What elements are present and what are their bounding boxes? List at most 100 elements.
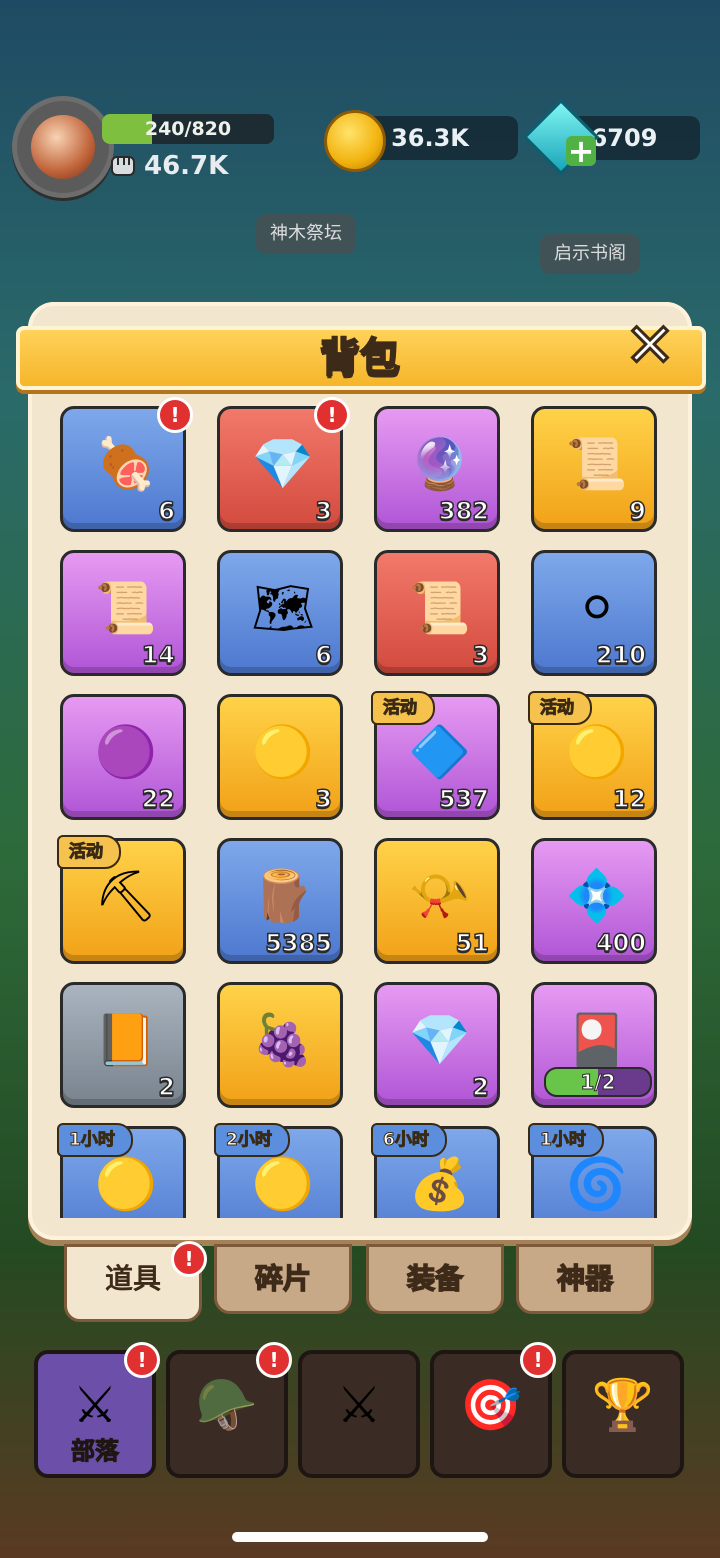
item-grid-scroll[interactable]: 🍖 6! 💎 3! 🔮 382 📜 9 📜 14 🗺 6 📜 3 ⚪ 210 🟣 22 🟡 3 🔷 537 活动 🟡 12 活动 ⛏…	[46, 396, 674, 1218]
purple-gem-icon: 🔮	[408, 434, 472, 493]
inventory-item[interactable]: 💎 2	[374, 982, 500, 1108]
tab-label: 道具	[104, 1262, 161, 1295]
purple-ore-icon: 💠	[565, 866, 629, 925]
panel-title: 背包	[319, 334, 401, 382]
inventory-item[interactable]: 🍖 6!	[60, 397, 193, 532]
tab-label: 神器	[556, 1261, 614, 1296]
power-value: 46.7K	[144, 151, 229, 181]
inventory-item[interactable]: 💰 6小时	[371, 1123, 500, 1218]
inventory-item[interactable]: ⚪ 210	[531, 550, 657, 676]
item-count: 51	[455, 928, 490, 958]
inventory-item[interactable]: 📜 14	[60, 550, 186, 676]
blue-swirl-icon: 🌀	[565, 1154, 629, 1213]
inventory-item[interactable]: 🎴 1/2	[531, 982, 657, 1108]
nav-button[interactable]: ⚔ 部落!	[34, 1342, 160, 1478]
inventory-item[interactable]: 🔮 382	[374, 406, 500, 532]
meat-icon: 🍖	[94, 434, 158, 493]
map-label-library[interactable]: 启示书阁	[540, 234, 640, 274]
avatar-portrait	[31, 115, 95, 179]
inventory-item[interactable]: 🟡 12 活动	[528, 691, 657, 820]
inventory-item[interactable]: 🔷 537 活动	[371, 691, 500, 820]
inventory-item[interactable]: 🟡 3	[217, 694, 343, 820]
inventory-item[interactable]: 📯 51	[374, 838, 500, 964]
xp-text: 240/820	[144, 118, 232, 140]
item-tag: 6小时	[371, 1123, 447, 1157]
nav-button[interactable]: 🪖!	[166, 1342, 292, 1478]
item-count: 3	[472, 640, 490, 670]
coin-sack-icon: 💰	[408, 1154, 472, 1213]
gold-coin-icon: 🟡	[251, 722, 315, 781]
alert-badge: !	[157, 397, 193, 433]
event-coin-icon: 🟡	[565, 722, 629, 781]
add-gems-button[interactable]: +	[566, 135, 596, 167]
inventory-item[interactable]: 🪵 5385	[217, 838, 343, 964]
inventory-item[interactable]: 💠 400	[531, 838, 657, 964]
item-count: 537	[438, 784, 490, 814]
gem-chest-icon: 💎	[251, 434, 315, 493]
item-count: 3	[315, 496, 333, 526]
horned-scroll-icon: 📜	[94, 578, 158, 637]
silver-coin-icon: ⚪	[576, 579, 618, 637]
item-count: 6	[315, 640, 333, 670]
fist-icon	[111, 156, 135, 176]
item-count: 9	[629, 496, 647, 526]
banner-sword-icon: ⚔	[72, 1376, 118, 1434]
wood-log-icon: 🪵	[251, 866, 315, 925]
item-count: 2	[158, 1072, 176, 1102]
alert-badge: !	[520, 1342, 556, 1378]
inventory-item[interactable]: 🟡 2小时	[214, 1123, 343, 1218]
tab-equipment[interactable]: 装备	[366, 1244, 504, 1314]
item-count: 2	[472, 1072, 490, 1102]
inventory-item[interactable]: 🗺 6	[217, 550, 343, 676]
home-indicator[interactable]	[232, 1532, 488, 1542]
inventory-item[interactable]: 📜 9	[531, 406, 657, 532]
item-progress-bar: 1/2	[544, 1067, 652, 1097]
alert-badge: !	[256, 1342, 292, 1378]
crystal-shard-icon: 💎	[408, 1010, 472, 1069]
scroll-icon: 📜	[565, 434, 629, 493]
alert-badge: !	[124, 1342, 160, 1378]
berry-icon: 🍇	[251, 1010, 315, 1069]
item-count: 12	[612, 784, 647, 814]
target-icon: 🎯	[459, 1375, 523, 1434]
tab-artifacts[interactable]: 神器	[516, 1244, 654, 1314]
power-display: 46.7K	[108, 149, 228, 183]
item-tag: 2小时	[214, 1123, 290, 1157]
inventory-item[interactable]: 💎 3!	[217, 397, 350, 532]
viking-helmet-icon: 🪖	[195, 1375, 259, 1434]
map-label-shrine[interactable]: 神木祭坛	[256, 214, 356, 254]
item-tag: 活动	[528, 691, 592, 725]
close-button[interactable]: ✕	[620, 315, 680, 378]
player-avatar[interactable]	[12, 96, 114, 198]
item-tag: 1小时	[57, 1123, 133, 1157]
nav-label: 部落	[71, 1437, 120, 1466]
tab-shards[interactable]: 碎片	[214, 1244, 352, 1314]
item-count: 210	[595, 640, 647, 670]
inventory-item[interactable]: 🟣 22	[60, 694, 186, 820]
inventory-item[interactable]: ⛏ 活动	[57, 835, 186, 964]
speedup-book-icon: 📙	[94, 1010, 158, 1069]
pickaxe-icon: ⛏	[94, 866, 158, 925]
nav-button[interactable]: 🏆	[562, 1350, 684, 1478]
card-icon: 🎴	[565, 1010, 629, 1069]
inventory-item[interactable]: 🌀 1小时	[528, 1123, 657, 1218]
item-count: 14	[141, 640, 176, 670]
purple-scroll-icon: 📜	[408, 578, 472, 637]
nav-button[interactable]: ⚔	[298, 1350, 420, 1478]
tab-items[interactable]: 道具!	[64, 1241, 207, 1322]
coin-icon	[324, 110, 386, 172]
map-scroll-icon: 🗺	[251, 578, 315, 637]
item-tag: 1小时	[528, 1123, 604, 1157]
item-progress-text: 1/2	[580, 1070, 616, 1095]
inventory-item[interactable]: 📙 2	[60, 982, 186, 1108]
trophy-icon: 🏆	[591, 1375, 655, 1434]
item-tag: 活动	[371, 691, 435, 725]
gold-coin-icon: 🟡	[251, 1154, 315, 1213]
nav-button[interactable]: 🎯!	[430, 1342, 556, 1478]
inventory-item[interactable]: 🍇	[217, 982, 343, 1108]
alert-badge: !	[314, 397, 350, 433]
inventory-item[interactable]: 📜 3	[374, 550, 500, 676]
item-count: 3	[315, 784, 333, 814]
item-count: 6	[158, 496, 176, 526]
inventory-item[interactable]: 🟡 1小时	[57, 1123, 186, 1218]
